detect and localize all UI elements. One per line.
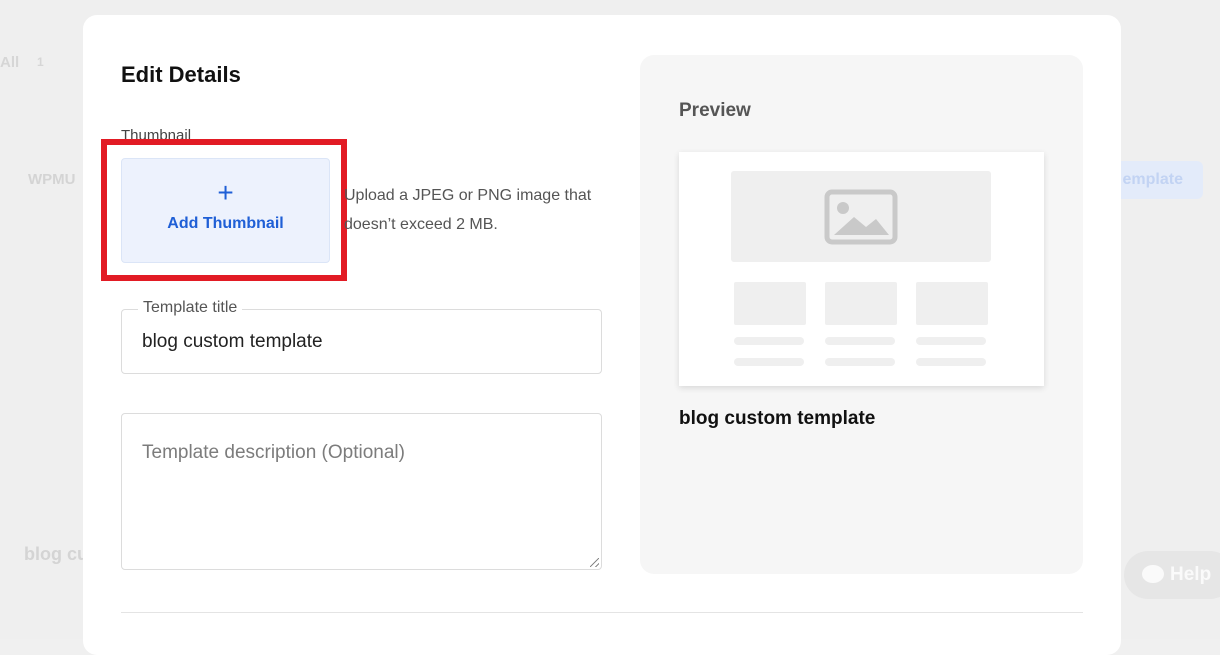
preview-text-line	[734, 358, 804, 366]
modal-title: Edit Details	[121, 62, 241, 87]
filter-all-count: 1	[37, 55, 44, 69]
template-title-input[interactable]: blog custom template	[142, 331, 323, 353]
filter-all-tab[interactable]: All	[0, 54, 19, 71]
help-button[interactable]: Help	[1124, 551, 1220, 599]
preview-text-line	[916, 337, 986, 345]
thumbnail-upload-hint: Upload a JPEG or PNG image that doesn’t …	[344, 187, 592, 233]
thumbnail-label: Thumbnail	[121, 127, 192, 144]
preview-template-name: blog custom template	[679, 408, 876, 429]
help-label: Help	[1170, 564, 1212, 585]
preview-column-block	[734, 282, 806, 325]
plus-icon: +	[217, 177, 234, 208]
preview-panel: Preview blog custom template	[640, 55, 1083, 574]
image-placeholder-icon	[824, 189, 898, 245]
preview-card	[679, 152, 1044, 386]
add-thumbnail-label: Add Thumbnail	[167, 215, 284, 232]
edit-details-modal: Edit Details Thumbnail + Add Thumbnail U…	[83, 15, 1121, 655]
create-template-button-label: emplate	[1122, 171, 1183, 188]
preview-text-line	[734, 337, 804, 345]
preview-hero-placeholder	[731, 171, 991, 262]
preview-text-line	[916, 358, 986, 366]
background-template-name: blog cu	[24, 544, 88, 564]
template-title-label: Template title	[138, 299, 243, 317]
resize-handle-icon[interactable]	[590, 558, 599, 567]
template-description-placeholder: Template description (Optional)	[142, 442, 405, 463]
preview-column-block	[825, 282, 897, 325]
template-description-field[interactable]: Template description (Optional)	[121, 413, 602, 570]
chat-bubble-icon	[1142, 565, 1164, 583]
preview-label: Preview	[679, 100, 751, 121]
preview-text-line	[825, 358, 895, 366]
template-title-field[interactable]: Template title blog custom template	[121, 299, 602, 374]
add-thumbnail-button[interactable]: + Add Thumbnail	[121, 158, 330, 263]
preview-column-block	[916, 282, 988, 325]
background-wpmu-label: WPMU	[28, 171, 76, 188]
footer-divider	[121, 612, 1083, 613]
preview-text-line	[825, 337, 895, 345]
